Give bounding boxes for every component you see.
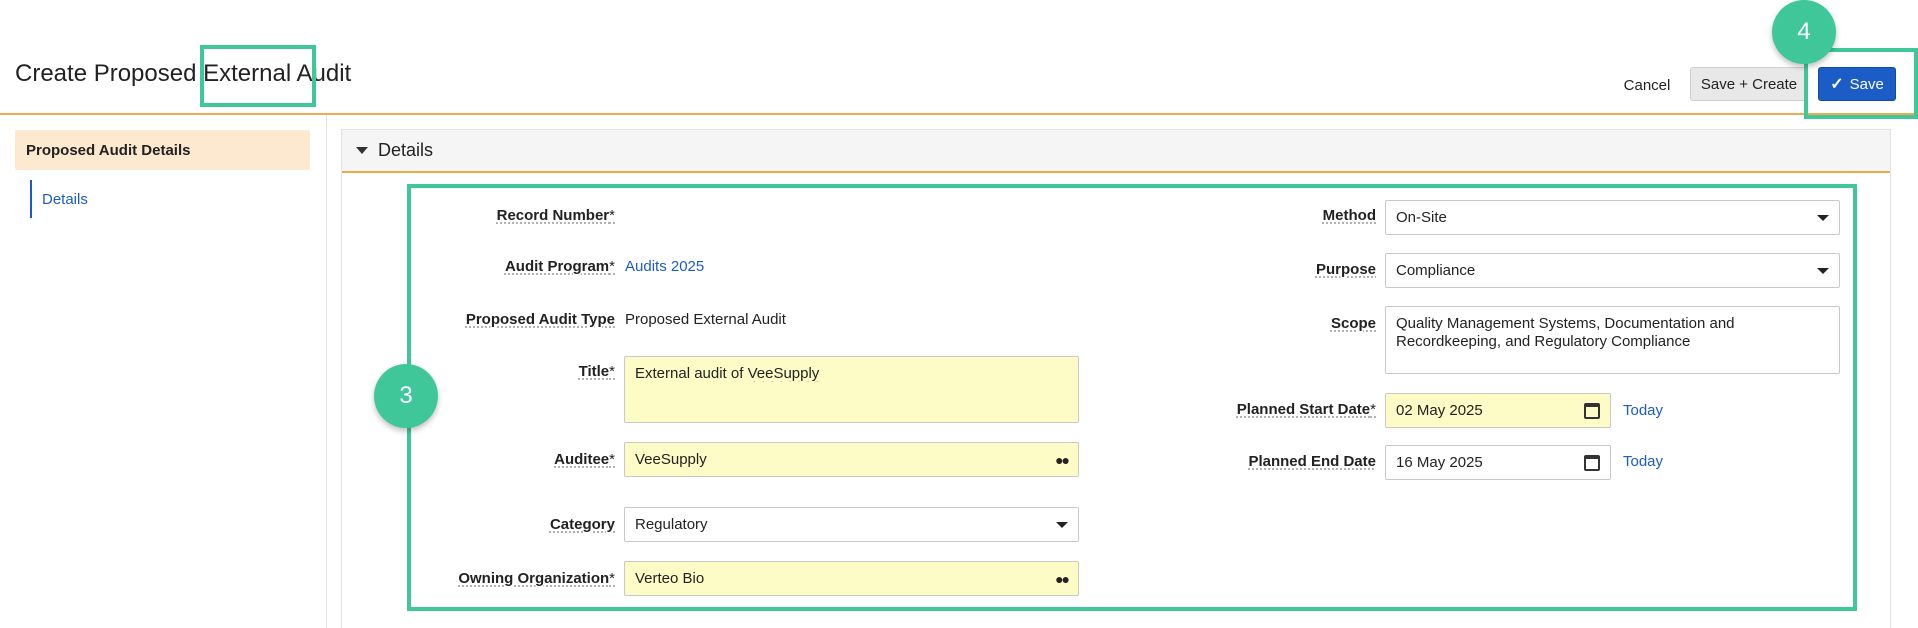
annotation-badge-3: 3 [374,364,438,428]
details-panel-title: Details [378,140,434,160]
method-select[interactable]: On-Site [1385,200,1840,235]
purpose-label: Purpose [1315,261,1376,278]
proposed-audit-type-value: Proposed External Audit [625,311,786,328]
collapse-caret-icon [356,147,368,154]
save-button[interactable]: ✓ Save [1818,67,1896,101]
audit-program-label: Audit Program* [504,258,615,275]
audit-program-link[interactable]: Audits 2025 [625,258,704,275]
title-label: Title* [578,363,615,380]
record-number-label: Record Number* [496,207,615,224]
nav-section-proposed-audit-details[interactable]: Proposed Audit Details [15,130,310,170]
end-date-today-link[interactable]: Today [1623,453,1663,470]
save-button-label: Save [1849,75,1884,93]
chevron-down-icon [1817,214,1829,221]
start-date-today-link[interactable]: Today [1623,402,1663,419]
binoculars-lookup-icon[interactable]: ●● [1055,571,1070,587]
details-panel-header[interactable]: Details [342,130,1890,173]
nav-item-details[interactable]: Details [30,180,88,218]
planned-start-date-field[interactable]: 02 May 2025 [1385,393,1611,428]
save-create-button[interactable]: Save + Create [1690,67,1808,101]
owning-organization-field[interactable]: Verteo Bio ●● [624,561,1079,596]
left-nav: Proposed Audit Details Details [0,115,327,628]
planned-end-date-label: Planned End Date [1248,453,1376,470]
chevron-down-icon [1817,267,1829,274]
chevron-down-icon [1056,521,1068,528]
category-label: Category [549,516,615,533]
check-icon: ✓ [1830,76,1844,93]
calendar-icon[interactable] [1584,402,1600,419]
scope-label: Scope [1330,315,1376,332]
planned-start-date-label: Planned Start Date* [1236,401,1376,418]
category-select[interactable]: Regulatory [624,507,1079,542]
cancel-button[interactable]: Cancel [1612,70,1682,100]
method-label: Method [1322,207,1376,224]
annotation-badge-4: 4 [1772,0,1836,64]
purpose-select[interactable]: Compliance [1385,253,1840,288]
planned-end-date-field[interactable]: 16 May 2025 [1385,445,1611,480]
binoculars-lookup-icon[interactable]: ●● [1055,452,1070,468]
scope-field[interactable]: Quality Management Systems, Documentatio… [1385,306,1840,374]
proposed-audit-type-label: Proposed Audit Type [465,311,615,328]
page-title: Create Proposed External Audit [15,60,352,87]
auditee-label: Auditee* [554,451,615,468]
title-field[interactable]: External audit of VeeSupply [624,356,1079,423]
auditee-field[interactable]: VeeSupply ●● [624,442,1079,477]
calendar-icon[interactable] [1584,454,1600,471]
owning-organization-label: Owning Organization* [458,570,615,587]
